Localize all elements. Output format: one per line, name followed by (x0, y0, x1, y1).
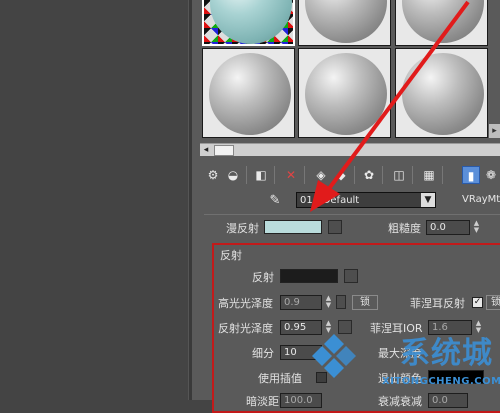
fresnel-label: 菲涅耳反射 (410, 297, 465, 310)
sample-sphere (402, 0, 484, 43)
scroll-left-icon[interactable]: ◂ (200, 144, 212, 156)
delete-material-icon[interactable]: ✕ (282, 166, 300, 184)
material-toolbar: ⚙ ◒ ◧ ✕ ◈ ◆ ✿ ◫ ▦ ▮ ❁ (200, 163, 500, 187)
refl-glossiness-label: 反射光泽度 (218, 322, 273, 335)
sample-sphere (209, 53, 291, 135)
toolbar-separator (274, 166, 275, 184)
slots-horizontal-scrollbar[interactable]: ◂ (200, 143, 500, 156)
use-interpolation-label: 使用插值 (258, 372, 302, 385)
reflect-map-button[interactable] (344, 269, 358, 283)
sample-slot-2[interactable] (298, 0, 391, 46)
put-to-library-icon[interactable]: ◆ (332, 166, 350, 184)
fresnel-lock-button[interactable]: 锁 (486, 295, 500, 310)
sample-slot-6[interactable] (395, 48, 488, 138)
basic-parameters-rollout: 漫反射 粗糙度 0.0 ▲ ▼ (204, 214, 500, 241)
hilight-glossiness-input[interactable]: 0.9 (280, 295, 322, 310)
toolbar-separator (382, 166, 383, 184)
hilight-lock-button[interactable]: 锁 (352, 295, 378, 310)
assign-material-icon[interactable]: ◧ (252, 166, 270, 184)
sample-slot-5[interactable] (298, 48, 391, 138)
left-viewport (0, 0, 188, 400)
eyedropper-icon[interactable]: ✎ (266, 192, 284, 210)
put-to-scene-icon[interactable]: ◒ (224, 166, 242, 184)
diffuse-map-button[interactable] (328, 220, 342, 234)
chevron-down-icon[interactable]: ▼ (421, 193, 435, 207)
diffuse-label: 漫反射 (226, 222, 259, 235)
material-id-icon[interactable]: ✿ (360, 166, 378, 184)
material-name-field[interactable]: 01 - Default ▼ (296, 192, 436, 208)
roughness-spinner[interactable]: ▲ ▼ (472, 220, 481, 235)
background-checker-icon[interactable]: ▦ (420, 166, 438, 184)
material-name-text: 01 - Default (300, 195, 360, 206)
roughness-label: 粗糙度 (388, 222, 421, 235)
get-material-icon[interactable]: ⚙ (204, 166, 222, 184)
watermark: 系统城 XITONGCHENG.COM (306, 320, 500, 400)
slot-scroll-arrow[interactable]: ▸ (489, 124, 500, 138)
fresnel-checkbox[interactable]: ✓ (472, 297, 483, 308)
toolbar-separator (246, 166, 247, 184)
toolbar-separator (412, 166, 413, 184)
show-map-icon[interactable]: ◫ (390, 166, 408, 184)
hilight-glossiness-label: 高光光泽度 (218, 297, 273, 310)
sample-sphere (402, 53, 484, 135)
diffuse-color-swatch[interactable] (264, 220, 322, 234)
hilight-map-button[interactable] (336, 295, 346, 309)
toolbar-separator (442, 166, 443, 184)
go-to-parent-icon[interactable]: ❁ (482, 166, 500, 184)
subdivs-label: 细分 (252, 347, 274, 360)
reflection-group-title: 反射 (220, 249, 242, 262)
sample-slot-4[interactable] (202, 48, 295, 138)
sample-slot-3[interactable] (395, 0, 488, 46)
sample-sphere (305, 53, 387, 135)
hilight-glossiness-spinner[interactable]: ▲ ▼ (324, 295, 333, 310)
sample-sphere (305, 0, 387, 43)
watermark-url: XITONGCHENG.COM (382, 376, 500, 387)
toolbar-separator (354, 166, 355, 184)
scroll-thumb[interactable] (214, 145, 234, 156)
reflect-color-swatch[interactable] (280, 269, 338, 283)
make-unique-icon[interactable]: ◈ (312, 166, 330, 184)
show-end-result-icon[interactable]: ▮ (462, 166, 480, 184)
reflect-label: 反射 (252, 271, 274, 284)
roughness-input[interactable]: 0.0 (426, 220, 470, 235)
toolbar-separator (304, 166, 305, 184)
watermark-logo-icon (312, 334, 356, 378)
sample-slot-1[interactable] (202, 0, 295, 46)
material-type-button[interactable]: VRayMtl (462, 192, 500, 208)
watermark-text: 系统城 (400, 336, 493, 371)
material-name-row: ✎ 01 - Default ▼ VRayMtl (200, 190, 500, 212)
